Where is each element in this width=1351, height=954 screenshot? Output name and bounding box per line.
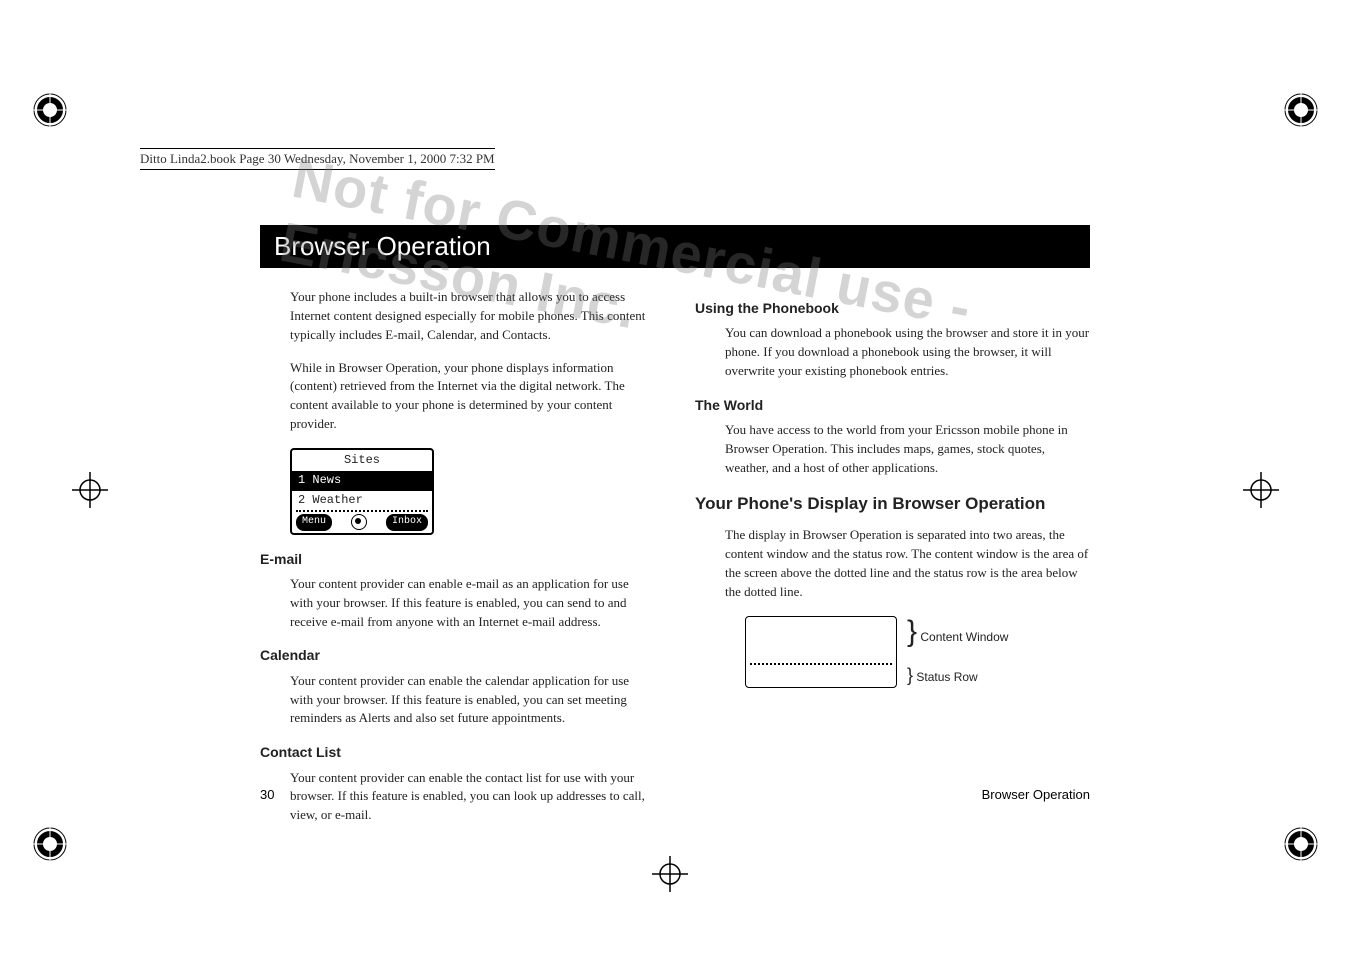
softkey-left: Menu <box>296 514 332 531</box>
main-content: Browser Operation Your phone includes a … <box>260 225 1090 839</box>
nav-dot-icon <box>351 514 367 530</box>
bracket-icon: } <box>907 665 913 685</box>
screen-row: 2 Weather <box>292 491 432 510</box>
crop-mark-icon <box>30 824 70 864</box>
dotted-line <box>750 663 892 665</box>
page-frame: Ditto Linda2.book Page 30 Wednesday, Nov… <box>0 0 1351 954</box>
crop-mark-icon <box>1281 824 1321 864</box>
email-heading: E-mail <box>260 549 655 569</box>
intro-paragraph-2: While in Browser Operation, your phone d… <box>290 359 655 434</box>
page-number: 30 <box>260 787 274 802</box>
content-window-label: Content Window <box>920 630 1008 644</box>
world-body: You have access to the world from your E… <box>725 421 1090 478</box>
status-row-label: Status Row <box>916 670 977 684</box>
footer-title: Browser Operation <box>982 787 1090 802</box>
screen-row-selected: 1 News <box>292 471 432 490</box>
display-body: The display in Browser Operation is sepa… <box>725 526 1090 601</box>
email-body: Your content provider can enable e-mail … <box>290 575 655 632</box>
page-title: Browser Operation <box>260 225 1090 268</box>
display-section-heading: Your Phone's Display in Browser Operatio… <box>695 492 1090 517</box>
left-column: Your phone includes a built-in browser t… <box>260 288 655 839</box>
phonebook-heading: Using the Phonebook <box>695 298 1090 318</box>
display-box <box>745 616 897 688</box>
calendar-body: Your content provider can enable the cal… <box>290 672 655 729</box>
display-figure: } Content Window } Status Row <box>745 616 1090 688</box>
registration-mark-icon <box>1241 470 1281 510</box>
phone-screen-figure: Sites 1 News 2 Weather Menu Inbox <box>290 448 434 535</box>
crop-mark-icon <box>1281 90 1321 130</box>
header-info: Ditto Linda2.book Page 30 Wednesday, Nov… <box>140 148 495 170</box>
bracket-icon: } <box>907 615 917 648</box>
figure-label-content: } Content Window <box>907 617 1008 647</box>
screen-title: Sites <box>292 450 432 471</box>
contacts-heading: Contact List <box>260 742 655 762</box>
world-heading: The World <box>695 395 1090 415</box>
registration-mark-icon <box>70 470 110 510</box>
softkey-right: Inbox <box>386 514 428 531</box>
phonebook-body: You can download a phonebook using the b… <box>725 324 1090 381</box>
crop-mark-icon <box>30 90 70 130</box>
figure-label-status: } Status Row <box>907 666 1008 686</box>
intro-paragraph-1: Your phone includes a built-in browser t… <box>290 288 655 345</box>
registration-mark-icon <box>650 854 690 894</box>
calendar-heading: Calendar <box>260 645 655 665</box>
right-column: Using the Phonebook You can download a p… <box>695 288 1090 839</box>
footer: 30 Browser Operation <box>260 787 1090 802</box>
